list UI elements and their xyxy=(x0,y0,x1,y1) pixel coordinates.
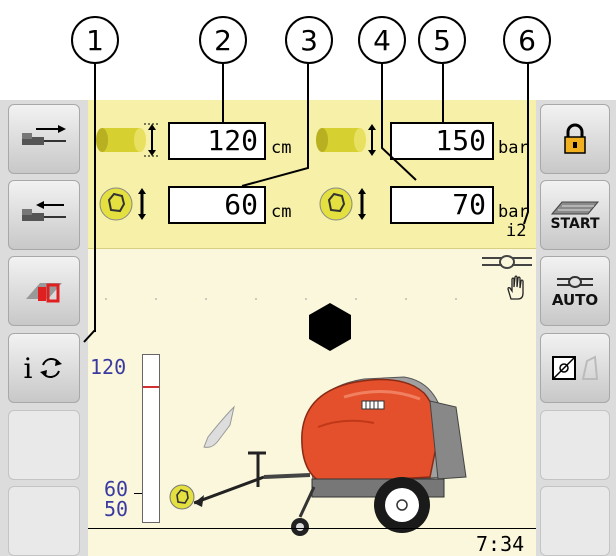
core-diameter-icon xyxy=(99,187,146,221)
leader-6 xyxy=(523,62,529,225)
leader-2 xyxy=(222,64,224,122)
gauge-top-label: 120 xyxy=(90,355,127,379)
tailgate-close-button[interactable] xyxy=(8,180,80,250)
camera-light-button[interactable] xyxy=(540,333,610,403)
left-softkey-empty-6[interactable] xyxy=(8,486,80,556)
right-softkey-column: START AUTO xyxy=(536,100,616,556)
gauge-bottom-label: 50 xyxy=(104,497,129,521)
leader-1 xyxy=(94,64,96,332)
net-start-button[interactable]: START xyxy=(540,180,610,250)
leader-3 xyxy=(241,62,309,187)
tailgate-open-button[interactable] xyxy=(8,104,80,174)
baler-display-area: 120 60 50 7:34 xyxy=(88,249,536,556)
gauge-tick xyxy=(134,493,142,494)
bale-pressure-icon xyxy=(316,124,376,156)
leader-4 xyxy=(381,62,417,181)
gauge-max-marker xyxy=(143,386,159,388)
bale-diameter-icon xyxy=(96,123,158,157)
callout-5: 5 xyxy=(418,16,466,64)
hand-icon xyxy=(507,275,524,300)
right-softkey-empty-6[interactable] xyxy=(540,486,610,556)
callout-6: 6 xyxy=(503,16,551,64)
cycle-icon xyxy=(40,358,63,378)
lock-icon xyxy=(564,123,586,154)
clock: 7:34 xyxy=(476,532,525,556)
lock-button[interactable] xyxy=(540,104,610,174)
callout-2: 2 xyxy=(199,16,247,64)
core-pressure-icon xyxy=(319,187,366,221)
net-auto-button[interactable]: AUTO xyxy=(540,256,610,326)
stop-hexagon-icon xyxy=(309,303,351,351)
bale-counter-reset-icon xyxy=(26,283,62,303)
info-label: i xyxy=(23,351,33,385)
right-softkey-empty-5[interactable] xyxy=(540,410,610,480)
leader-5 xyxy=(442,64,444,122)
baler-machine-graphic xyxy=(194,376,467,536)
callout-3: 3 xyxy=(285,16,333,64)
bale-counter-reset-button[interactable] xyxy=(8,256,80,326)
camera-light-icon xyxy=(552,355,599,380)
gauge-bar xyxy=(142,354,160,523)
net-auto-icon xyxy=(557,276,593,288)
left-softkey-column: i xyxy=(0,100,88,556)
parameter-panel: 120 cm 150 bar 60 cm 70 bar i2 xyxy=(88,100,536,249)
auto-label: AUTO xyxy=(551,291,599,309)
dotted-guide xyxy=(105,298,457,300)
callout-1: 1 xyxy=(71,16,119,64)
left-softkey-empty-5[interactable] xyxy=(8,410,80,480)
net-knot-icon xyxy=(482,255,532,269)
core-diameter-unit: cm xyxy=(271,202,292,222)
baseline xyxy=(88,528,536,529)
callout-4: 4 xyxy=(358,16,406,64)
start-label: START xyxy=(550,216,600,232)
info-cycle-button[interactable]: i xyxy=(8,333,80,403)
net-start-icon xyxy=(550,201,600,215)
tailgate-close-icon xyxy=(22,201,66,221)
leader-1-tip xyxy=(83,330,96,343)
tailgate-open-icon xyxy=(22,125,66,145)
